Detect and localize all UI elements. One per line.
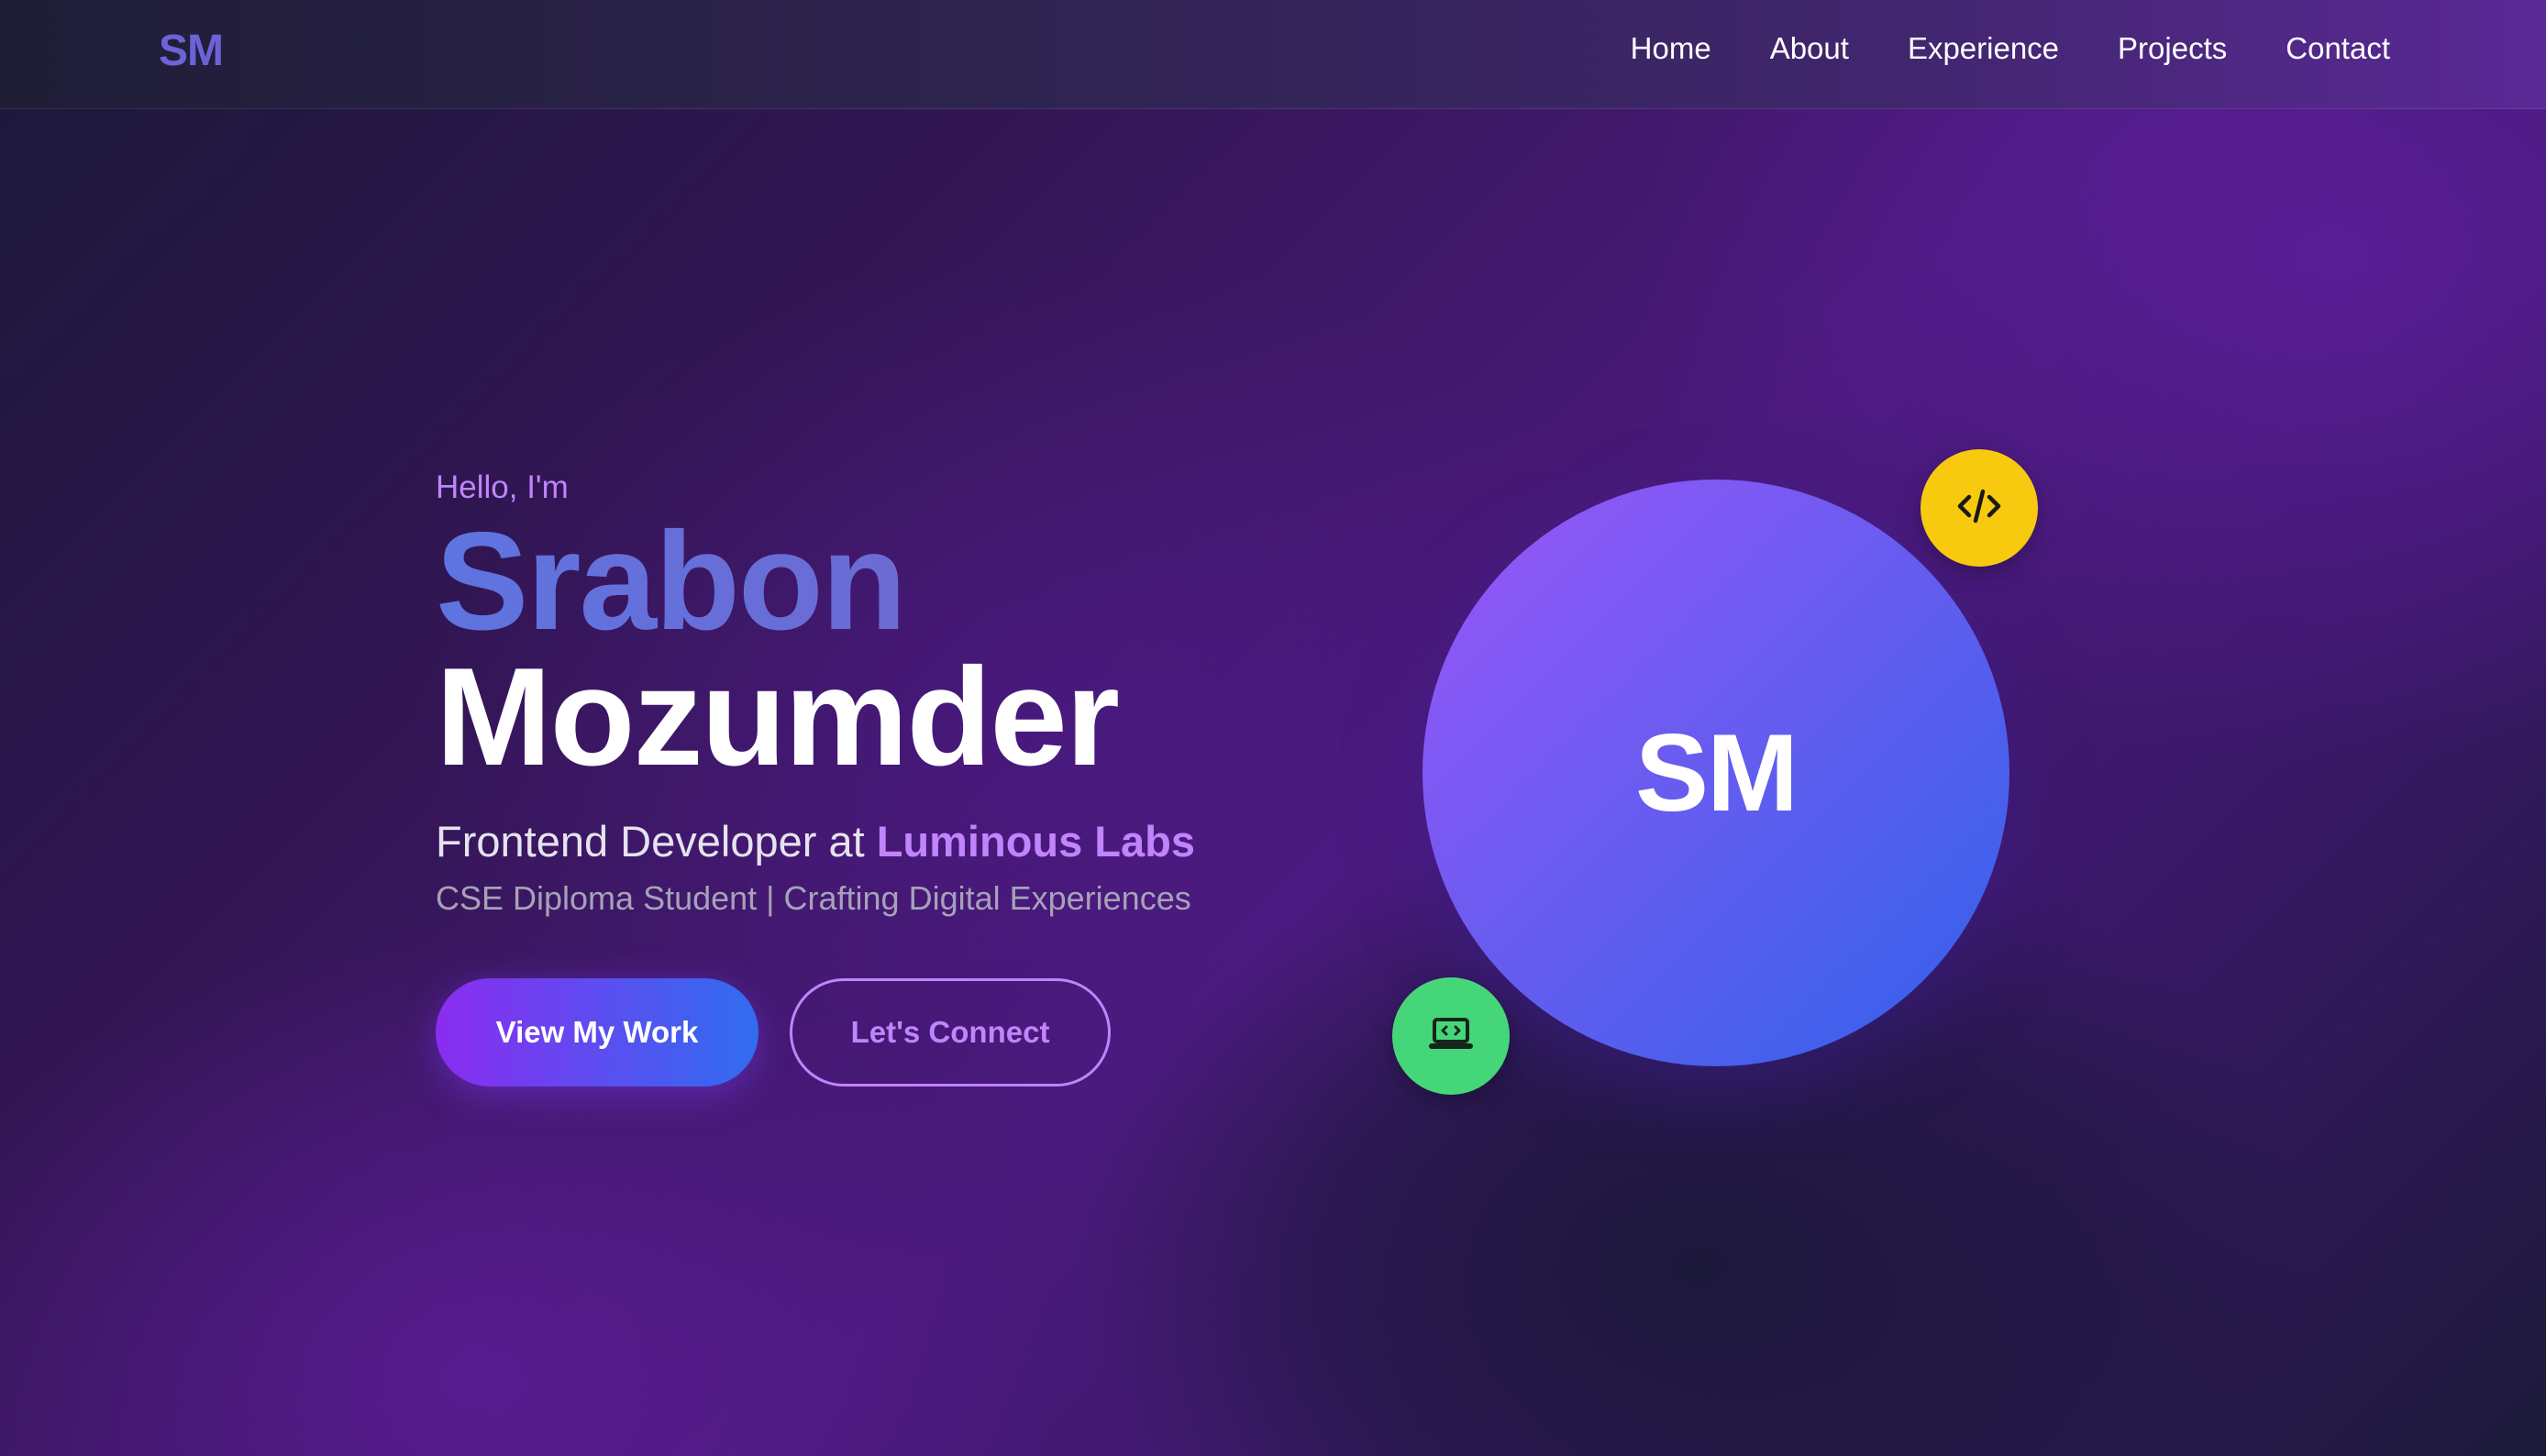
company-name: Luminous Labs: [876, 817, 1196, 866]
code-badge: [1921, 449, 2038, 567]
role-prefix: Frontend Developer at: [436, 817, 877, 866]
avatar-initials: SM: [1635, 711, 1799, 834]
nav-link-contact[interactable]: Contact: [2286, 31, 2390, 66]
role-line: Frontend Developer at Luminous Labs: [436, 816, 1353, 866]
nav-link-home[interactable]: Home: [1631, 31, 1711, 66]
greeting-text: Hello, I'm: [436, 469, 569, 505]
laptop-badge: [1392, 977, 1510, 1095]
hero-intro: Hello, I'm Srabon Mozumder Frontend Deve…: [436, 469, 1353, 1086]
navbar: SM Home About Experience Projects Contac…: [0, 0, 2546, 109]
nav-link-projects[interactable]: Projects: [2118, 31, 2227, 66]
logo[interactable]: SM: [159, 26, 224, 76]
tagline: CSE Diploma Student | Crafting Digital E…: [436, 879, 1191, 917]
hero-buttons: View My Work Let's Connect: [436, 978, 1353, 1086]
first-name-heading: Srabon: [436, 512, 1353, 651]
view-my-work-button[interactable]: View My Work: [436, 978, 758, 1086]
code-icon: [1955, 487, 2003, 530]
nav-links: Home About Experience Projects Contact: [1631, 31, 2390, 66]
avatar: SM: [1422, 480, 2009, 1066]
nav-link-experience[interactable]: Experience: [1908, 31, 2059, 66]
lets-connect-button[interactable]: Let's Connect: [790, 978, 1111, 1086]
nav-link-about[interactable]: About: [1770, 31, 1849, 66]
laptop-code-icon: [1427, 1016, 1475, 1057]
last-name-heading: Mozumder: [436, 639, 1120, 795]
